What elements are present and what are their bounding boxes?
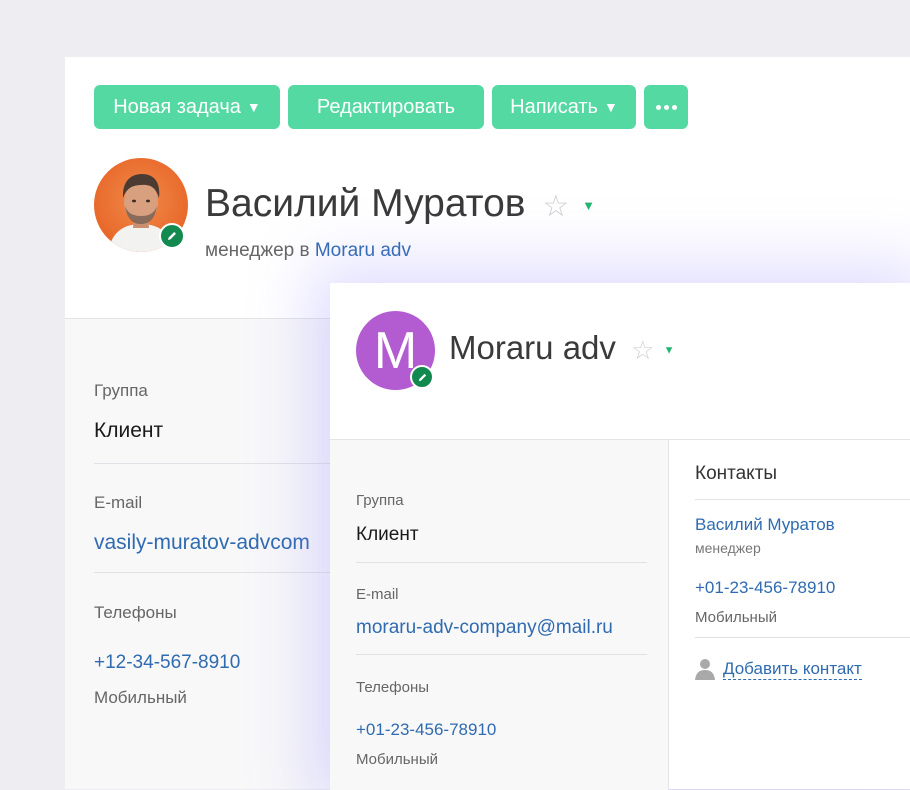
write-button[interactable]: Написать ▼ xyxy=(492,85,636,129)
new-task-button[interactable]: Новая задача ▼ xyxy=(94,85,280,129)
divider xyxy=(668,439,910,440)
person-position: менеджер в Moraru adv xyxy=(205,240,411,262)
email-link[interactable]: moraru-adv-company@mail.ru xyxy=(356,617,613,639)
contact-phone-type: Мобильный xyxy=(695,609,777,626)
phone-link[interactable]: +12-34-567-8910 xyxy=(94,652,240,674)
pencil-icon xyxy=(418,373,426,381)
company-name-text: Moraru adv xyxy=(449,329,616,366)
pencil-icon xyxy=(168,232,176,240)
edit-button[interactable]: Редактировать xyxy=(288,85,484,129)
chevron-down-icon[interactable]: ▼ xyxy=(582,198,595,213)
toolbar: Новая задача ▼ Редактировать Написать ▼ xyxy=(94,85,688,129)
edit-logo-button[interactable] xyxy=(410,365,434,389)
company-name: Moraru adv ☆ ▼ xyxy=(449,329,674,367)
group-label: Группа xyxy=(94,381,148,400)
group-value: Клиент xyxy=(356,524,419,545)
add-contact-label: Добавить контакт xyxy=(723,658,862,680)
email-label: E-mail xyxy=(94,493,143,512)
position-prefix: менеджер в xyxy=(205,240,310,261)
phone-link[interactable]: +01-23-456-78910 xyxy=(356,720,496,740)
person-avatar[interactable] xyxy=(94,158,188,252)
chevron-down-icon: ▼ xyxy=(246,99,261,115)
group-label: Группа xyxy=(356,492,404,509)
contact-name-link[interactable]: Василий Муратов xyxy=(695,515,835,535)
group-value: Клиент xyxy=(94,419,164,442)
divider xyxy=(356,562,647,563)
chevron-down-icon: ▼ xyxy=(603,99,618,115)
company-link[interactable]: Moraru adv xyxy=(315,240,411,261)
person-name: Василий Муратов ☆ ▼ xyxy=(205,182,595,226)
more-button[interactable] xyxy=(644,85,688,129)
chevron-down-icon[interactable]: ▼ xyxy=(664,344,675,356)
divider xyxy=(94,572,334,573)
divider xyxy=(695,499,910,500)
add-contact-button[interactable]: Добавить контакт xyxy=(695,658,862,680)
company-details: Группа Клиент E-mail moraru-adv-company@… xyxy=(330,439,669,790)
divider xyxy=(695,637,910,638)
email-label: E-mail xyxy=(356,586,399,603)
phone-type: Мобильный xyxy=(356,751,438,768)
divider xyxy=(356,654,647,655)
edit-photo-button[interactable] xyxy=(159,223,185,249)
phones-label: Телефоны xyxy=(356,679,430,696)
new-task-label: Новая задача xyxy=(113,95,241,118)
email-link[interactable]: vasily-muratov-advcom xyxy=(94,531,310,555)
star-icon[interactable]: ☆ xyxy=(631,335,654,365)
contacts-title: Контакты xyxy=(695,463,778,484)
company-card: M Moraru adv ☆ ▼ Группа Клиент E-mail mo… xyxy=(330,283,910,790)
person-name-text: Василий Муратов xyxy=(205,182,526,225)
contact-role: менеджер xyxy=(695,540,761,556)
contact-phone-link[interactable]: +01-23-456-78910 xyxy=(695,578,835,598)
phones-label: Телефоны xyxy=(94,603,177,622)
divider xyxy=(94,463,334,464)
more-dots-icon xyxy=(655,104,677,110)
write-label: Написать xyxy=(510,95,598,118)
user-icon xyxy=(695,659,715,680)
edit-label: Редактировать xyxy=(316,95,456,118)
phone-type: Мобильный xyxy=(94,688,187,707)
star-icon[interactable]: ☆ xyxy=(542,190,569,223)
company-avatar[interactable]: M xyxy=(356,311,435,390)
